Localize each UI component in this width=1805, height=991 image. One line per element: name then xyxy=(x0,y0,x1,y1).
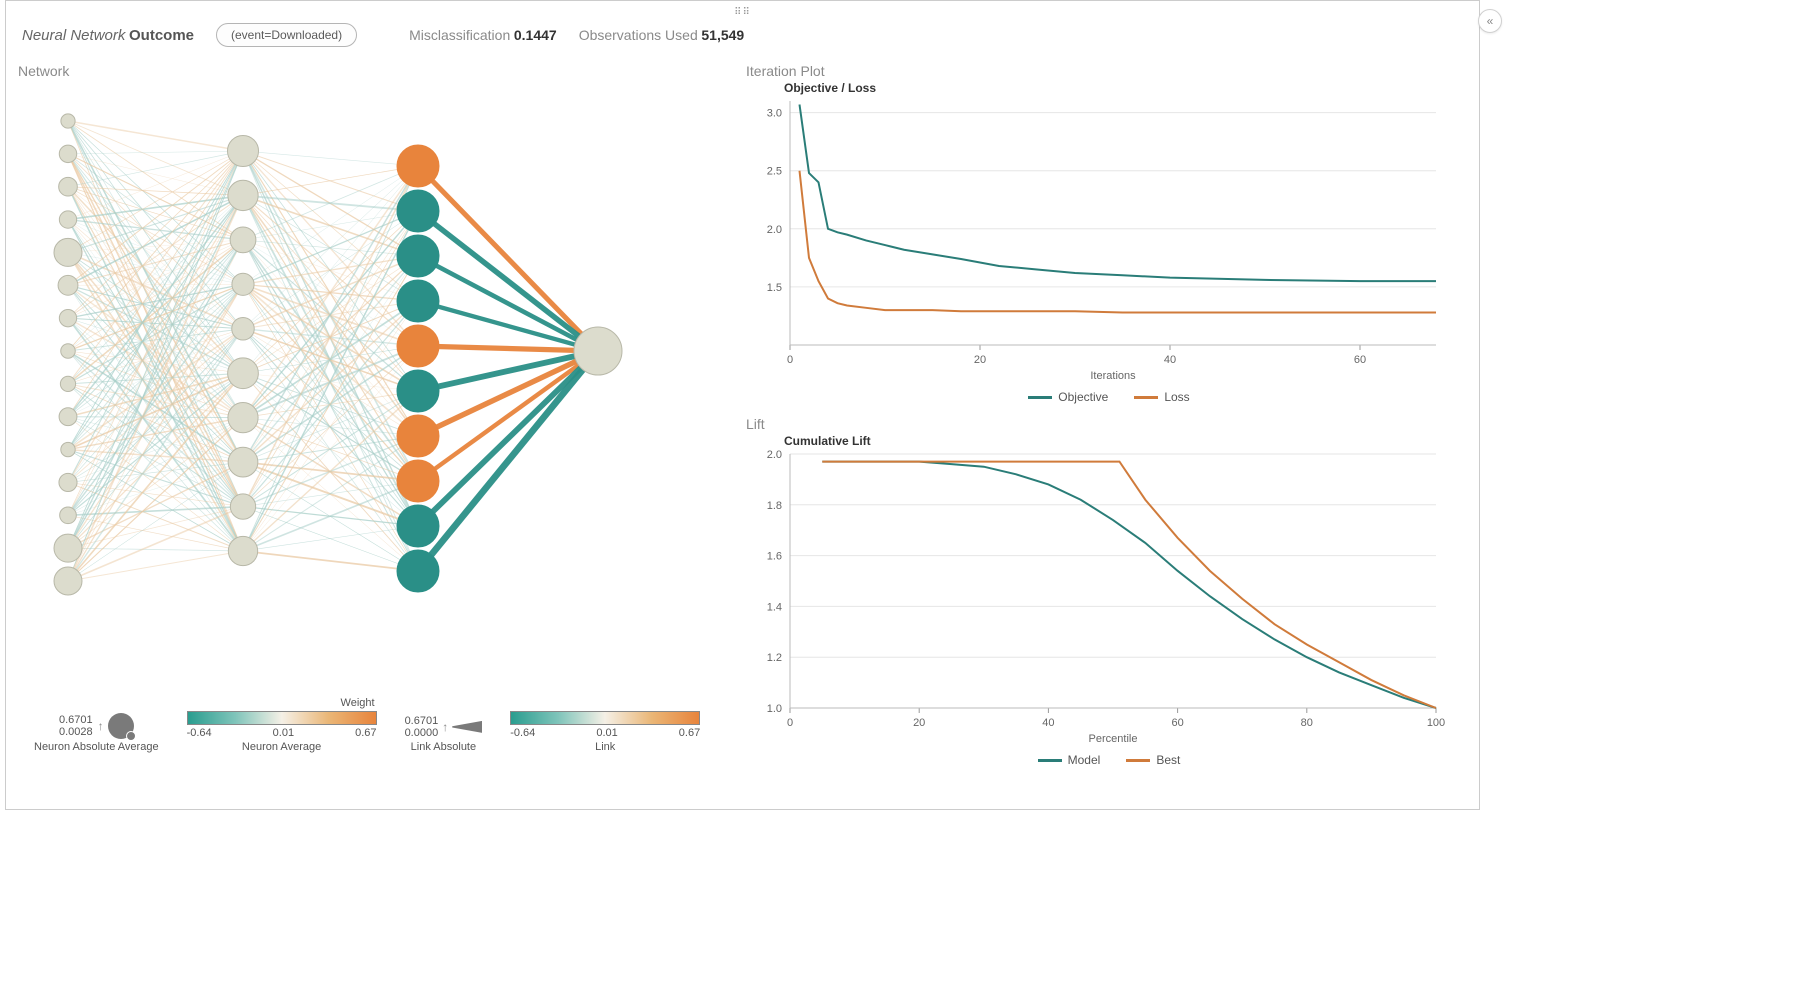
grad-tick: 0.01 xyxy=(273,727,294,739)
svg-text:20: 20 xyxy=(913,717,925,729)
results-panel: ⠿⠿ « Neural Network Outcome (event=Downl… xyxy=(5,0,1480,810)
iteration-plot-chart[interactable]: 1.5 2.0 2.5 3.0 0 20 40 60 Iterations xyxy=(746,95,1446,385)
misclass-value: 0.1447 xyxy=(514,27,557,43)
arrow-up-icon: ↑ xyxy=(98,719,104,733)
collapse-panel-button[interactable]: « xyxy=(1478,9,1502,33)
legend-swatch-icon xyxy=(1038,759,1062,762)
panel-drag-handle[interactable]: ⠿⠿ xyxy=(734,7,751,18)
svg-text:Percentile: Percentile xyxy=(1089,733,1138,745)
neuron-size-label: Neuron Absolute Average xyxy=(34,741,159,753)
target-label: Outcome xyxy=(129,27,194,44)
svg-text:3.0: 3.0 xyxy=(767,108,782,120)
chevron-left-double-icon: « xyxy=(1487,14,1494,28)
misclass-label: Misclassification xyxy=(409,27,510,43)
svg-text:Iterations: Iterations xyxy=(1090,370,1136,382)
legend-swatch-icon xyxy=(1028,396,1052,399)
neuron-avg-label: Neuron Average xyxy=(242,741,321,753)
svg-text:1.5: 1.5 xyxy=(767,282,782,294)
observations-label: Observations Used xyxy=(579,27,698,43)
svg-text:40: 40 xyxy=(1042,717,1054,729)
arrow-up-icon: ↑ xyxy=(442,720,448,734)
svg-text:20: 20 xyxy=(974,354,986,366)
svg-text:100: 100 xyxy=(1427,717,1445,729)
network-legends: 0.6701 0.0028 ↑ Neuron Absolute Average … xyxy=(18,695,736,753)
svg-text:1.4: 1.4 xyxy=(767,601,782,613)
svg-text:60: 60 xyxy=(1354,354,1366,366)
link-label: Link xyxy=(595,741,615,753)
svg-text:1.2: 1.2 xyxy=(767,652,782,664)
iteration-legend: Objective Loss xyxy=(746,390,1472,404)
lift-plot-chart[interactable]: 1.0 1.2 1.4 1.6 1.8 2.0 0 20 40 60 80 100 Percentile xyxy=(746,448,1446,748)
legend-item: Objective xyxy=(1058,390,1108,404)
svg-text:2.5: 2.5 xyxy=(767,166,782,178)
grad-tick: 0.01 xyxy=(596,727,617,739)
svg-text:2.0: 2.0 xyxy=(767,224,782,236)
iteration-plot-panel: Iteration Plot Objective / Loss 1.5 2.0 2.… xyxy=(746,63,1472,404)
svg-text:60: 60 xyxy=(1171,717,1183,729)
iteration-plot-ytitle: Objective / Loss xyxy=(784,81,1472,95)
neuron-size-min: 0.0028 xyxy=(59,726,93,738)
gradient-bar-icon xyxy=(510,711,700,725)
svg-text:0: 0 xyxy=(787,354,793,366)
svg-text:2.0: 2.0 xyxy=(767,449,782,461)
link-abs-max: 0.6701 xyxy=(405,715,439,727)
iteration-plot-title: Iteration Plot xyxy=(746,63,1472,79)
legend-item: Best xyxy=(1156,753,1180,767)
svg-text:1.6: 1.6 xyxy=(767,551,782,563)
grad-tick: -0.64 xyxy=(510,727,535,739)
network-section: Network 0.6701 0.0028 ↑ Neuron Absolute … xyxy=(6,53,746,801)
charts-section: Iteration Plot Objective / Loss 1.5 2.0 2.… xyxy=(746,53,1476,801)
legend-link-absolute: 0.6701 0.0000 ↑ Link Absolute xyxy=(405,715,483,753)
gradient-bar-icon xyxy=(187,711,377,725)
model-type-label: Neural Network xyxy=(22,27,125,44)
legend-swatch-icon xyxy=(1126,759,1150,762)
svg-text:0: 0 xyxy=(787,717,793,729)
observations-value: 51,549 xyxy=(701,27,744,43)
lift-legend: Model Best xyxy=(746,753,1472,767)
network-title: Network xyxy=(18,63,736,79)
grad-tick: 0.67 xyxy=(679,727,700,739)
link-wedge-icon xyxy=(452,721,482,733)
legend-item: Model xyxy=(1068,753,1101,767)
svg-text:40: 40 xyxy=(1164,354,1176,366)
grad-tick: -0.64 xyxy=(187,727,212,739)
link-abs-min: 0.0000 xyxy=(405,727,439,739)
neuron-size-max: 0.6701 xyxy=(59,714,93,726)
svg-text:1.0: 1.0 xyxy=(767,703,782,715)
legend-neuron-average: Weight -0.64 0.01 0.67 Neuron Average xyxy=(187,697,377,753)
svg-text:1.8: 1.8 xyxy=(767,500,782,512)
legend-item: Loss xyxy=(1164,390,1189,404)
svg-text:80: 80 xyxy=(1301,717,1313,729)
link-abs-label: Link Absolute xyxy=(411,741,476,753)
legend-swatch-icon xyxy=(1134,396,1158,399)
weight-label: Weight xyxy=(341,697,375,709)
legend-neuron-size: 0.6701 0.0028 ↑ Neuron Absolute Average xyxy=(34,713,159,753)
grad-tick: 0.67 xyxy=(355,727,376,739)
lift-plot-panel: Lift Cumulative Lift 1.0 1.2 1.4 1.6 1.8 2.0 0… xyxy=(746,416,1472,767)
network-diagram[interactable] xyxy=(18,81,738,681)
event-selector-button[interactable]: (event=Downloaded) xyxy=(216,23,357,47)
lift-plot-title: Lift xyxy=(746,416,1472,432)
lift-plot-ytitle: Cumulative Lift xyxy=(784,434,1472,448)
legend-link: -0.64 0.01 0.67 Link xyxy=(510,695,700,753)
